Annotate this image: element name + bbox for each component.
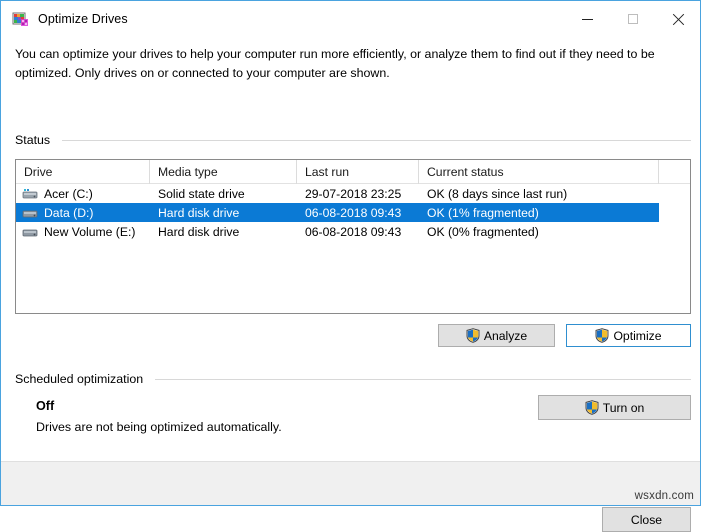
cell-drive: New Volume (E:)	[16, 222, 150, 241]
column-header-drive[interactable]: Drive	[16, 160, 150, 184]
cell-current-status: OK (0% fragmented)	[419, 222, 659, 241]
column-header-media-type[interactable]: Media type	[150, 160, 297, 184]
minimize-icon	[582, 19, 593, 20]
close-icon	[672, 13, 684, 25]
intro-text: You can optimize your drives to help you…	[15, 45, 675, 83]
cell-drive-label: Acer (C:)	[44, 187, 93, 201]
cell-drive-label: New Volume (E:)	[44, 225, 135, 239]
status-divider	[62, 140, 691, 141]
window-title: Optimize Drives	[38, 12, 128, 26]
analyze-button-label: Analyze	[484, 329, 527, 343]
uac-shield-icon	[585, 400, 599, 415]
analyze-button[interactable]: Analyze	[438, 324, 555, 347]
table-row[interactable]: Acer (C:) Solid state drive 29-07-2018 2…	[16, 184, 690, 203]
cell-drive-label: Data (D:)	[44, 206, 93, 220]
close-window-button[interactable]	[655, 1, 700, 37]
hard-drive-icon	[22, 207, 38, 219]
cell-drive: Data (D:)	[16, 203, 150, 222]
scheduled-optimization-label: Scheduled optimization	[15, 372, 143, 386]
column-header-current-status[interactable]: Current status	[419, 160, 659, 184]
watermark: wsxdn.com	[635, 490, 694, 502]
uac-shield-icon	[595, 328, 609, 343]
maximize-icon	[628, 14, 638, 24]
optimize-drives-window: Optimize Drives You can optimize your dr…	[0, 0, 701, 506]
status-section-header: Status	[15, 133, 691, 147]
optimize-button[interactable]: Optimize	[566, 324, 691, 347]
drives-list[interactable]: Drive Media type Last run Current status	[15, 159, 691, 314]
optimize-drives-icon	[12, 10, 30, 28]
close-button[interactable]: Close	[602, 507, 691, 532]
drives-list-header: Drive Media type Last run Current status	[16, 160, 690, 184]
cell-media-type: Hard disk drive	[150, 203, 297, 222]
schedule-description: Drives are not being optimized automatic…	[36, 420, 282, 434]
hard-drive-icon	[22, 226, 38, 238]
minimize-button[interactable]	[565, 1, 610, 37]
scheduled-divider	[155, 379, 691, 380]
schedule-state: Off	[36, 399, 54, 413]
scheduled-section-header: Scheduled optimization	[15, 372, 691, 386]
uac-shield-icon	[466, 328, 480, 343]
column-header-last-run[interactable]: Last run	[297, 160, 419, 184]
turn-on-button[interactable]: Turn on	[538, 395, 691, 420]
optimize-button-label: Optimize	[613, 329, 661, 343]
drives-list-body: Acer (C:) Solid state drive 29-07-2018 2…	[16, 184, 690, 241]
cell-media-type: Solid state drive	[150, 184, 297, 203]
cell-last-run: 06-08-2018 09:43	[297, 203, 419, 222]
window-controls	[565, 1, 700, 37]
maximize-button[interactable]	[610, 1, 655, 37]
cell-last-run: 29-07-2018 23:25	[297, 184, 419, 203]
turn-on-button-label: Turn on	[603, 401, 645, 415]
cell-media-type: Hard disk drive	[150, 222, 297, 241]
title-bar: Optimize Drives	[1, 1, 700, 37]
table-row[interactable]: New Volume (E:) Hard disk drive 06-08-20…	[16, 222, 690, 241]
cell-current-status: OK (8 days since last run)	[419, 184, 659, 203]
status-label: Status	[15, 133, 50, 147]
cell-current-status: OK (1% fragmented)	[419, 203, 659, 222]
cell-last-run: 06-08-2018 09:43	[297, 222, 419, 241]
table-row[interactable]: Data (D:) Hard disk drive 06-08-2018 09:…	[16, 203, 690, 222]
close-button-label: Close	[631, 513, 662, 527]
window-content: You can optimize your drives to help you…	[1, 37, 700, 505]
footer-bar	[1, 461, 700, 505]
system-drive-icon	[22, 188, 38, 200]
column-header-filler	[659, 160, 690, 184]
cell-drive: Acer (C:)	[16, 184, 150, 203]
